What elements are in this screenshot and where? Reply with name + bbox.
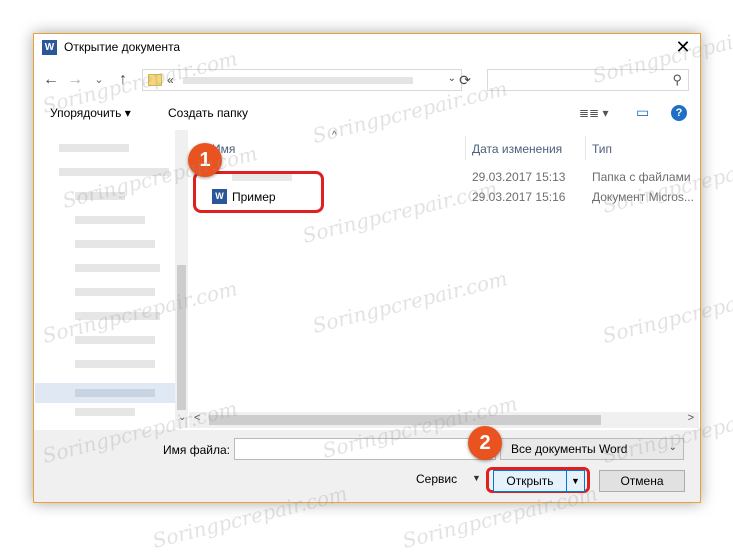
nav-item-blurred[interactable] (75, 389, 155, 397)
new-folder-button[interactable]: Создать папку (168, 106, 248, 120)
column-divider[interactable] (465, 136, 466, 160)
open-button[interactable]: Открыть (493, 470, 567, 492)
nav-scrollbar-thumb[interactable] (177, 265, 186, 410)
nav-item-blurred[interactable] (75, 360, 155, 368)
title-bar: W Открытие документа ✕ (34, 34, 700, 62)
nav-item-blurred[interactable] (75, 216, 145, 224)
nav-item-blurred[interactable] (59, 144, 129, 152)
file-highlight-box (193, 171, 324, 213)
nav-item-blurred[interactable] (75, 288, 155, 296)
help-icon[interactable]: ? (671, 105, 687, 121)
column-header-date[interactable]: Дата изменения (472, 142, 562, 156)
filename-label: Имя файла: (163, 443, 230, 457)
view-options-icon[interactable]: ≣≣ ▾ (579, 106, 608, 120)
address-path-blurred (183, 77, 413, 84)
nav-item-blurred[interactable] (75, 408, 135, 416)
column-header-type[interactable]: Тип (592, 142, 612, 156)
tools-button[interactable]: Сервис (416, 472, 457, 486)
preview-pane-icon[interactable]: ▭ (636, 104, 649, 121)
search-input[interactable]: ⚲ (487, 69, 689, 91)
tools-dropdown-icon[interactable]: ▼ (472, 473, 481, 483)
column-divider[interactable] (585, 136, 586, 160)
back-arrow-icon[interactable]: ← (42, 70, 60, 90)
cancel-button[interactable]: Отмена (599, 470, 685, 492)
nav-item-blurred[interactable] (75, 240, 155, 248)
nav-item-blurred[interactable] (75, 264, 160, 272)
word-app-icon: W (42, 40, 57, 55)
window-title: Открытие документа (64, 40, 181, 54)
search-icon: ⚲ (672, 72, 682, 87)
step-badge-2: 2 (468, 426, 502, 460)
